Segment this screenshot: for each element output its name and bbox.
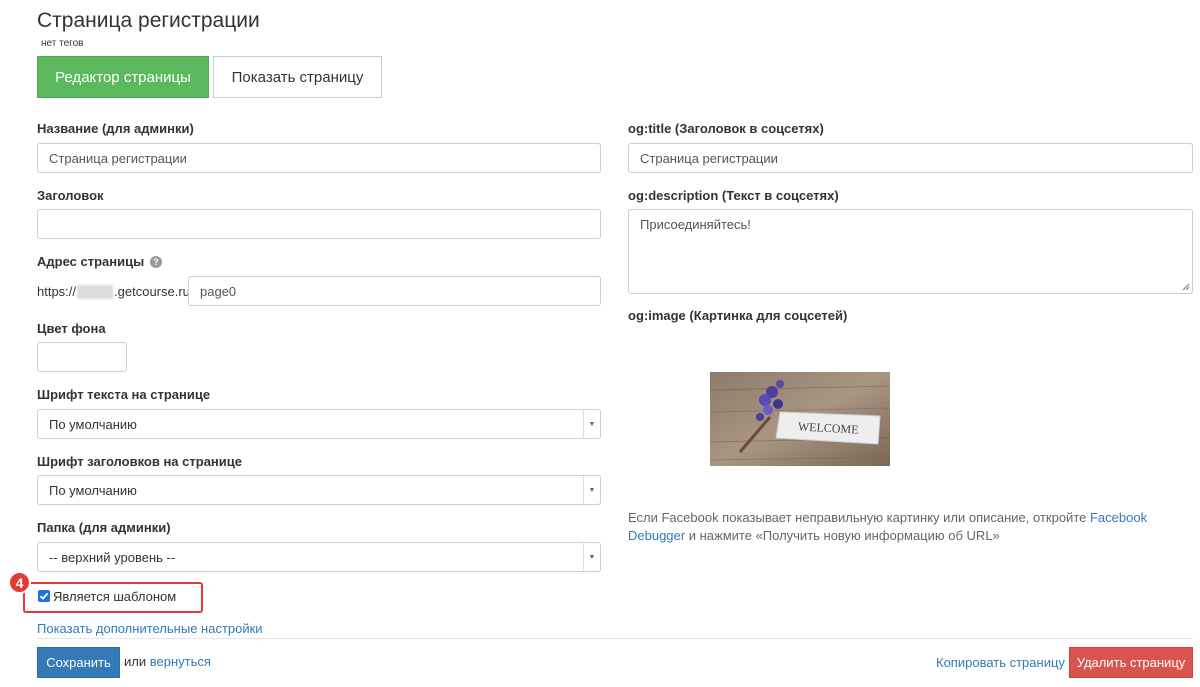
question-icon[interactable]: ? bbox=[149, 256, 162, 268]
template-checkbox-label[interactable]: Является шаблоном bbox=[53, 589, 176, 604]
og-description-textarea[interactable]: Присоединяйтесь! bbox=[628, 209, 1193, 294]
resize-grip-icon[interactable] bbox=[1181, 282, 1190, 291]
copy-page-link[interactable]: Копировать страницу bbox=[936, 655, 1065, 670]
annotation-step-badge: 4 bbox=[8, 571, 31, 594]
address-label: Адрес страницы ? bbox=[37, 254, 162, 269]
page-title: Страница регистрации bbox=[37, 9, 260, 32]
font-text-select-value: По умолчанию bbox=[49, 416, 137, 432]
chevron-down-icon: ▼ bbox=[583, 476, 600, 504]
welcome-flower-image: WELCOME bbox=[710, 372, 890, 466]
delete-page-button[interactable]: Удалить страницу bbox=[1069, 647, 1193, 678]
footer-divider bbox=[37, 638, 1193, 639]
font-text-label: Шрифт текста на странице bbox=[37, 387, 211, 402]
font-heading-label: Шрифт заголовков на странице bbox=[37, 454, 242, 469]
address-label-text: Адрес страницы bbox=[37, 254, 145, 269]
og-note: Если Facebook показывает неправильную ка… bbox=[628, 509, 1193, 545]
folder-select-value: -- верхний уровень -- bbox=[49, 549, 176, 565]
or-back-text: или вернуться bbox=[124, 654, 211, 669]
name-label: Название (для админки) bbox=[37, 121, 194, 136]
bg-color-input[interactable] bbox=[37, 342, 127, 372]
name-input[interactable]: Страница регистрации bbox=[37, 143, 601, 173]
font-heading-select[interactable]: По умолчанию ▼ bbox=[37, 475, 601, 505]
address-prefix-end: .getcourse.ru/ bbox=[114, 284, 194, 299]
blurred-subdomain bbox=[77, 284, 114, 299]
heading-input[interactable] bbox=[37, 209, 601, 239]
og-note-after: и нажмите «Получить новую информацию об … bbox=[685, 528, 1000, 543]
tags-text: нет тегов bbox=[41, 38, 84, 49]
address-prefix-start: https:// bbox=[37, 284, 77, 299]
font-text-select[interactable]: По умолчанию ▼ bbox=[37, 409, 601, 439]
tab-page-editor[interactable]: Редактор страницы bbox=[37, 56, 209, 98]
address-input[interactable]: page0 bbox=[188, 276, 601, 306]
og-image-preview[interactable]: WELCOME bbox=[710, 372, 890, 466]
chevron-down-icon: ▼ bbox=[583, 410, 600, 438]
tab-show-page[interactable]: Показать страницу bbox=[213, 56, 382, 98]
heading-label: Заголовок bbox=[37, 188, 104, 203]
address-prefix: https:// .getcourse.ru/ bbox=[37, 284, 194, 299]
font-heading-select-value: По умолчанию bbox=[49, 482, 137, 498]
template-checkbox[interactable] bbox=[38, 590, 50, 602]
og-title-input[interactable]: Страница регистрации bbox=[628, 143, 1193, 173]
checkmark-icon bbox=[39, 592, 49, 600]
folder-label: Папка (для админки) bbox=[37, 520, 171, 535]
chevron-down-icon: ▼ bbox=[583, 543, 600, 571]
save-button[interactable]: Сохранить bbox=[37, 647, 120, 678]
og-description-value: Присоединяйтесь! bbox=[640, 217, 751, 232]
back-link[interactable]: вернуться bbox=[150, 654, 211, 669]
or-text: или bbox=[124, 654, 147, 669]
og-note-before: Если Facebook показывает неправильную ка… bbox=[628, 510, 1090, 525]
bg-color-label: Цвет фона bbox=[37, 321, 106, 336]
og-image-label: og:image (Картинка для соцсетей) bbox=[628, 308, 848, 323]
og-title-label: og:title (Заголовок в соцсетях) bbox=[628, 121, 824, 136]
folder-select[interactable]: -- верхний уровень -- ▼ bbox=[37, 542, 601, 572]
og-description-label: og:description (Текст в соцсетях) bbox=[628, 188, 839, 203]
more-settings-link[interactable]: Показать дополнительные настройки bbox=[37, 621, 263, 636]
